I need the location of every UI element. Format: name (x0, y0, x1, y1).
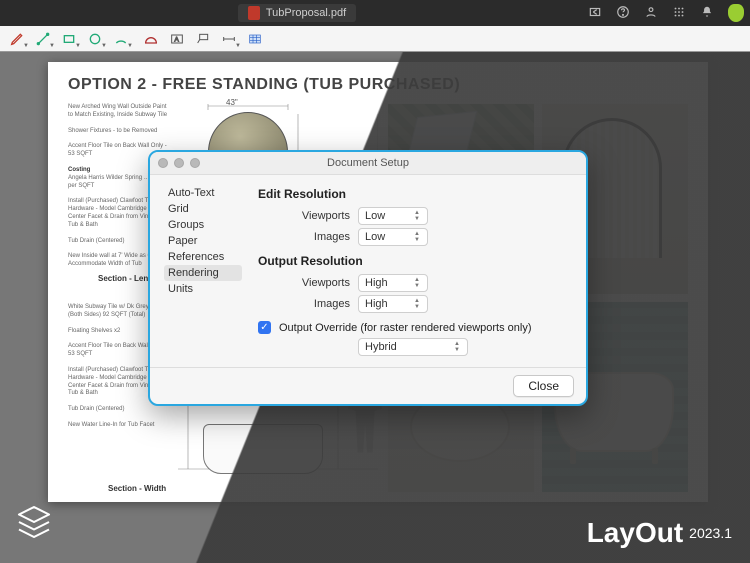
dialog-sidebar: Auto-Text Grid Groups Paper References R… (164, 185, 242, 359)
document-setup-dialog: Document Setup Auto-Text Grid Groups Pap… (148, 150, 588, 406)
brand-name: LayOut (587, 517, 683, 549)
share-icon[interactable] (588, 5, 602, 22)
tool-text[interactable]: A (166, 29, 188, 49)
tub-plan (203, 424, 323, 474)
app-menubar: TubProposal.pdf (0, 0, 750, 26)
section-label-width: Section - Width (108, 484, 166, 493)
sidebar-item-auto-text[interactable]: Auto-Text (164, 185, 242, 201)
output-override-label: Output Override (for raster rendered vie… (279, 322, 532, 334)
sidebar-item-rendering[interactable]: Rendering (164, 265, 242, 281)
brand-version: 2023.1 (689, 525, 732, 541)
output-resolution-heading: Output Resolution (258, 254, 572, 268)
dialog-footer: Close (150, 367, 586, 404)
brand-text: LayOut 2023.1 (587, 517, 732, 549)
pdf-icon (248, 6, 260, 20)
help-icon[interactable] (616, 5, 630, 22)
toolbar: ▼ ▼ ▼ ▼ ▼ A ▼ (0, 26, 750, 52)
output-override-checkbox[interactable]: ✓ (258, 321, 271, 334)
close-button[interactable]: Close (513, 375, 574, 397)
edit-viewports-label: Viewports (258, 210, 350, 222)
tool-line[interactable]: ▼ (32, 29, 54, 49)
edit-viewports-select[interactable]: Low▲▼ (358, 207, 428, 225)
sidebar-item-references[interactable]: References (164, 249, 242, 265)
dialog-titlebar[interactable]: Document Setup (150, 152, 586, 175)
layout-logo-icon (14, 502, 54, 545)
account-icon[interactable] (644, 5, 658, 22)
output-viewports-label: Viewports (258, 277, 350, 289)
document-tab-label: TubProposal.pdf (266, 7, 346, 19)
document-tab[interactable]: TubProposal.pdf (238, 4, 356, 22)
sidebar-item-grid[interactable]: Grid (164, 201, 242, 217)
edit-resolution-heading: Edit Resolution (258, 187, 572, 201)
svg-text:A: A (174, 36, 179, 43)
page-title: OPTION 2 - FREE STANDING (TUB PURCHASED) (48, 62, 708, 102)
tool-rectangle[interactable]: ▼ (58, 29, 80, 49)
tool-label[interactable] (192, 29, 214, 49)
menubar-right (588, 4, 744, 22)
dialog-main: Edit Resolution Viewports Low▲▼ Images L… (258, 185, 572, 359)
sidebar-item-paper[interactable]: Paper (164, 233, 242, 249)
sidebar-item-units[interactable]: Units (164, 281, 242, 297)
tool-dimension[interactable]: ▼ (218, 29, 240, 49)
apps-grid-icon[interactable] (672, 5, 686, 22)
dialog-title: Document Setup (150, 157, 586, 169)
tool-protractor[interactable] (140, 29, 162, 49)
edit-images-select[interactable]: Low▲▼ (358, 228, 428, 246)
edit-images-label: Images (258, 231, 350, 243)
tool-arc[interactable]: ▼ (110, 29, 132, 49)
tool-table[interactable] (244, 29, 266, 49)
output-images-select[interactable]: High▲▼ (358, 295, 428, 313)
output-viewports-select[interactable]: High▲▼ (358, 274, 428, 292)
tool-circle[interactable]: ▼ (84, 29, 106, 49)
bug-icon[interactable] (728, 4, 744, 22)
tool-pencil[interactable]: ▼ (6, 29, 28, 49)
sidebar-item-groups[interactable]: Groups (164, 217, 242, 233)
output-override-select[interactable]: Hybrid▲▼ (358, 338, 468, 356)
notifications-icon[interactable] (700, 5, 714, 22)
output-images-label: Images (258, 298, 350, 310)
